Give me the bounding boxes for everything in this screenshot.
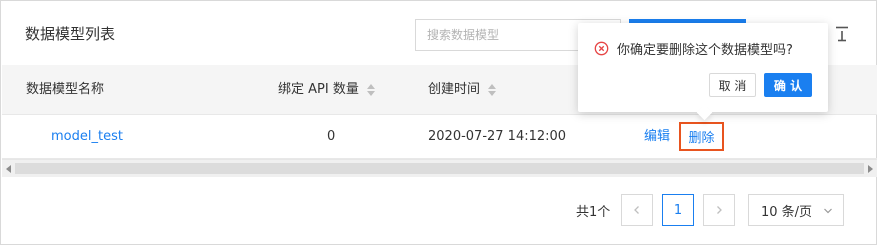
page-number-button[interactable]: 1: [662, 194, 694, 226]
cancel-button[interactable]: 取 消: [709, 73, 756, 97]
col-header-name: 数据模型名称: [26, 82, 105, 97]
sort-icon[interactable]: [488, 84, 497, 96]
horizontal-scrollbar[interactable]: [2, 159, 877, 177]
col-header-api-count[interactable]: 绑定 API 数量: [278, 81, 375, 99]
edit-link[interactable]: 编辑: [644, 128, 670, 146]
delete-confirm-popover: 你确定要删除这个数据模型吗? 取 消 确 认: [578, 23, 828, 121]
scroll-left-icon[interactable]: [6, 165, 11, 173]
chevron-down-icon: [824, 208, 832, 214]
pagination-total: 共1个: [576, 205, 611, 220]
table-row: model_test 0 2020-07-27 14:12:00 编辑: [2, 115, 877, 159]
page-size-value: 10 条/页: [761, 204, 813, 220]
popover-message: 你确定要删除这个数据模型吗?: [594, 39, 793, 58]
sort-icon[interactable]: [366, 84, 375, 96]
confirm-button[interactable]: 确 认: [764, 73, 812, 97]
next-page-button[interactable]: [703, 194, 735, 226]
col-header-created[interactable]: 创建时间: [428, 81, 497, 99]
pin-top-icon[interactable]: [835, 26, 849, 42]
scrollbar-thumb[interactable]: [15, 163, 864, 174]
created-time-cell: 2020-07-27 14:12:00: [428, 129, 567, 144]
model-name-link[interactable]: model_test: [51, 128, 123, 146]
delete-link-highlight[interactable]: 删除: [679, 122, 724, 151]
chevron-right-icon: [717, 206, 722, 214]
search-input[interactable]: [416, 20, 588, 50]
page-size-select[interactable]: 10 条/页: [748, 194, 844, 226]
page-title: 数据模型列表: [25, 25, 116, 43]
popover-message-text: 你确定要删除这个数据模型吗?: [617, 43, 793, 58]
scroll-right-icon[interactable]: [868, 165, 873, 173]
delete-link[interactable]: 删除: [688, 127, 714, 146]
api-count-cell: 0: [327, 129, 336, 144]
search-box[interactable]: [415, 19, 589, 51]
data-model-panel: 数据模型列表 数据模型名称 绑定 API 数量 创建时间 model_test …: [0, 0, 877, 245]
error-circle-icon: [594, 41, 609, 56]
chevron-left-icon: [634, 206, 639, 214]
prev-page-button[interactable]: [621, 194, 653, 226]
